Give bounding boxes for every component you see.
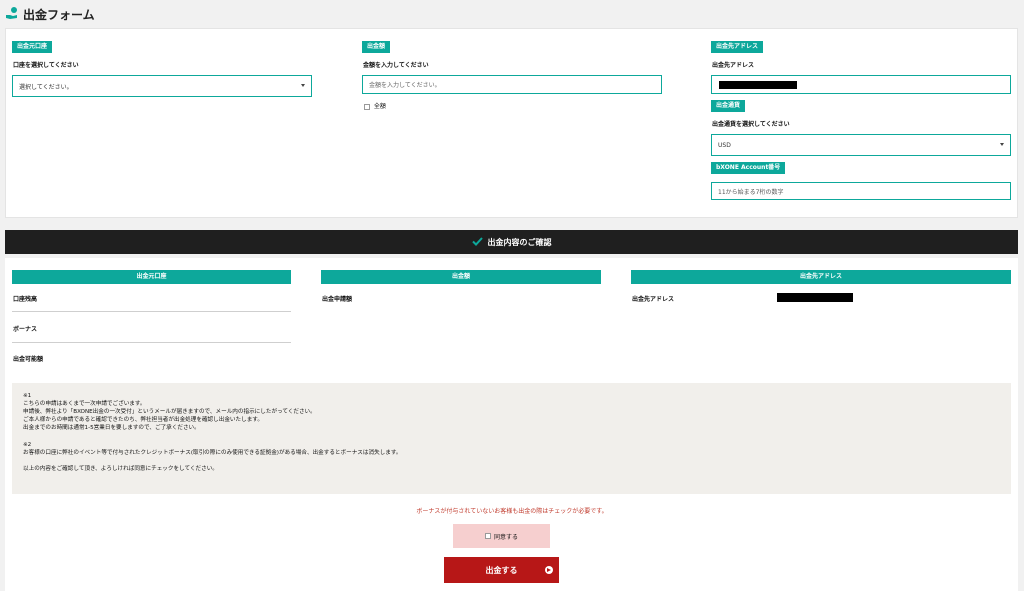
requested-amount-label: 出金申請額 <box>322 296 353 303</box>
address-input[interactable] <box>711 75 1011 94</box>
redacted-address <box>719 81 797 89</box>
page-header: 出金フォーム <box>5 4 95 24</box>
bxone-placeholder: 11から始まる7桁の数字 <box>718 188 784 196</box>
amount-input[interactable]: 金額を入力してください。 <box>362 75 662 94</box>
all-amount-checkbox[interactable] <box>364 103 370 110</box>
note-line: 出金までのお時間は通常1-5営業日を要しますので、ご了承ください。 <box>23 425 200 432</box>
bonus-warning: ボーナスが付与されていないお客様も出金の際はチェックが必要です。 <box>416 508 608 515</box>
note-line <box>23 432 1000 440</box>
bxone-account-input[interactable]: 11から始まる7桁の数字 <box>711 182 1011 200</box>
balance-label: 口座残高 <box>13 296 38 303</box>
address-label: 出金先アドレス <box>712 62 755 69</box>
bxone-tag: bXONE Account番号 <box>711 162 786 174</box>
redacted-destination <box>777 293 853 302</box>
arrow-right-icon <box>545 566 553 574</box>
all-amount-label: 全額 <box>373 103 386 110</box>
note-line: 以上の内容をご確認して頂き、よろしければ同意にチェックをしてください。 <box>23 465 218 472</box>
chevron-down-icon <box>301 84 305 87</box>
note-line: こちらの申請はあくまで一次申請でございます。 <box>23 401 146 408</box>
currency-tag: 出金通貨 <box>711 100 746 112</box>
note-line: お客様の口座に弊社のイベント等で付与されたクレジットボーナス(取引の際にのみ使用… <box>23 449 402 456</box>
bonus-label: ボーナス <box>13 326 38 333</box>
confirm-account-header: 出金元口座 <box>12 270 291 284</box>
note-line <box>23 457 1000 465</box>
notes-box: ※1 こちらの申請はあくまで一次申請でございます。 申請後、弊社より「BXONE… <box>12 383 1011 494</box>
submit-label: 出金する <box>485 565 518 575</box>
amount-label: 金額を入力してください <box>363 62 429 69</box>
agree-option[interactable]: 同意する <box>453 524 550 548</box>
account-select[interactable]: 選択してください。 <box>12 75 312 97</box>
confirm-bar-title: 出金内容のご確認 <box>487 237 552 247</box>
currency-select[interactable]: USD <box>711 134 1011 156</box>
confirm-address-header: 出金先アドレス <box>631 270 1011 284</box>
amount-tag: 出金額 <box>362 41 391 53</box>
account-label: 口座を選択してください <box>13 62 79 69</box>
check-icon <box>471 236 483 248</box>
withdraw-form-panel: 出金元口座 口座を選択してください 選択してください。 出金額 金額を入力してく… <box>5 28 1018 218</box>
amount-placeholder: 金額を入力してください。 <box>369 82 441 89</box>
note-line: ※1 <box>23 393 32 399</box>
agree-label: 同意する <box>493 533 518 541</box>
address-tag: 出金先アドレス <box>711 41 764 53</box>
page-title: 出金フォーム <box>23 7 95 22</box>
note-line: ご本人様からの申請であると確認できたのち、弊社担当者が出金処理を確認し出金いたし… <box>23 417 263 424</box>
agree-checkbox[interactable] <box>484 533 491 539</box>
currency-value: USD <box>718 141 731 149</box>
divider <box>12 311 291 312</box>
money-hand-icon <box>5 6 19 22</box>
note-line: ※2 <box>23 441 32 448</box>
note-line: 申請後、弊社より「BXONE出金の一次受付」というメールが届きますので、メール内… <box>23 409 316 416</box>
currency-label: 出金通貨を選択してください <box>712 121 790 128</box>
submit-button[interactable]: 出金する <box>444 557 559 583</box>
all-amount-option[interactable]: 全額 <box>364 101 386 110</box>
account-tag: 出金元口座 <box>12 41 53 53</box>
confirm-bar: 出金内容のご確認 <box>5 230 1018 254</box>
withdrawable-label: 出金可能額 <box>13 356 44 363</box>
chevron-down-icon <box>1000 143 1004 146</box>
divider <box>12 342 291 343</box>
account-select-value: 選択してください。 <box>19 83 73 91</box>
destination-address-label: 出金先アドレス <box>632 296 675 303</box>
confirm-amount-header: 出金額 <box>321 270 601 284</box>
